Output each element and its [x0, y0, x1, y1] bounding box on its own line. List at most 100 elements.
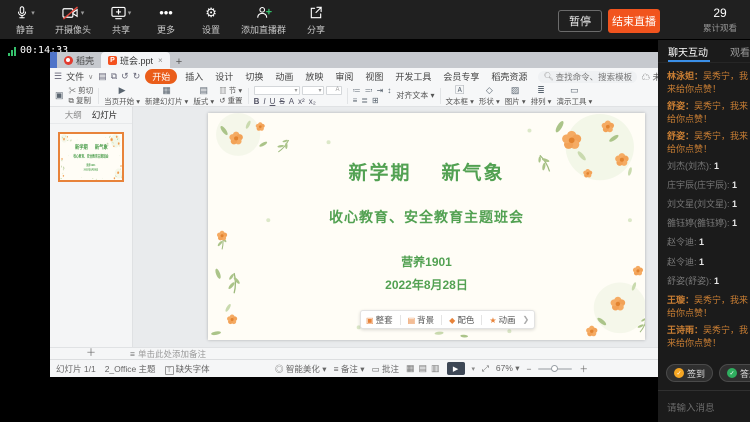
- align-text-button[interactable]: 对齐文本 ▾: [396, 91, 434, 101]
- fit-window-icon[interactable]: ⤢: [482, 363, 489, 374]
- beautify-palette[interactable]: ◆配色: [449, 314, 474, 326]
- arrange-button[interactable]: ≣ 排列 ▾: [531, 86, 552, 105]
- notes-placeholder[interactable]: ≡单击此处添加备注: [130, 348, 206, 360]
- save-icon[interactable]: ▤: [98, 71, 107, 82]
- redo-icon[interactable]: ↻: [133, 71, 141, 82]
- layout-button[interactable]: ▤ 版式 ▾: [193, 86, 214, 105]
- slide-1-thumbnail[interactable]: 新学期 新气象 收心教育、安全教育主题班会 营养1901 2022年8月28日: [58, 132, 124, 182]
- settings-button[interactable]: ⚙ 设置: [196, 4, 226, 36]
- copy-button[interactable]: ⧉ 复制: [69, 97, 94, 105]
- play-from-current-button[interactable]: ▶ 当页开始 ▾: [104, 86, 140, 105]
- menu-tab-docer-resources[interactable]: 稻壳资源: [487, 69, 531, 84]
- beautify-full-set[interactable]: ▣整套: [366, 314, 393, 326]
- wps-home-button[interactable]: [50, 52, 57, 68]
- beautify-animation[interactable]: ★动画: [489, 314, 515, 326]
- zoom-slider[interactable]: [538, 368, 572, 370]
- font-size-select[interactable]: ▾: [302, 86, 324, 95]
- align-center-icon[interactable]: ≣: [361, 97, 368, 105]
- share-screen-button[interactable]: ▾ 共享: [106, 4, 136, 36]
- zoom-slider-knob[interactable]: [551, 365, 558, 372]
- menu-tab-devtools[interactable]: 开发工具: [391, 69, 435, 84]
- menu-tab-slideshow[interactable]: 放映: [301, 69, 327, 84]
- end-live-button[interactable]: 结束直播: [608, 9, 660, 33]
- grow-font-button[interactable]: A: [326, 86, 342, 95]
- notes-toggle-button[interactable]: ≡ 备注 ▾: [334, 363, 365, 375]
- reading-view-icon[interactable]: ▥: [431, 363, 440, 374]
- normal-view-icon[interactable]: ▦: [406, 363, 415, 374]
- zoom-in-button[interactable]: ＋: [579, 363, 588, 375]
- undo-icon[interactable]: ↺: [121, 71, 129, 82]
- command-search[interactable]: 🔍︎: [538, 71, 636, 83]
- presentation-tools-button[interactable]: ▭ 演示工具 ▾: [556, 86, 592, 105]
- italic-button[interactable]: I: [263, 97, 265, 106]
- menu-tab-design[interactable]: 设计: [211, 69, 237, 84]
- file-menu[interactable]: ☰ 文件 ∨: [54, 70, 93, 83]
- underline-button[interactable]: U: [270, 97, 276, 106]
- align-left-icon[interactable]: ≡: [353, 97, 358, 105]
- pause-button[interactable]: 暂停: [558, 10, 602, 32]
- numbered-list-icon[interactable]: ≕: [365, 87, 373, 95]
- bullet-list-icon[interactable]: ≔: [353, 87, 361, 95]
- beautify-expand-icon[interactable]: ❯: [523, 315, 530, 324]
- new-tab-button[interactable]: +: [170, 56, 188, 68]
- menu-tab-view[interactable]: 视图: [361, 69, 387, 84]
- missing-font-warning[interactable]: T缺失字体: [165, 363, 210, 375]
- menu-tab-insert[interactable]: 插入: [181, 69, 207, 84]
- zoom-out-button[interactable]: −: [527, 364, 532, 374]
- chat-message-input[interactable]: [667, 403, 741, 414]
- camera-toggle-button[interactable]: ▾ 开摄像头: [55, 4, 91, 36]
- font-family-select[interactable]: ▾: [254, 86, 300, 95]
- tab-slides[interactable]: 幻灯片: [92, 109, 118, 121]
- tab-outline[interactable]: 大纲: [65, 109, 82, 121]
- slide-thumbnail-panel: 大纲 幻灯片 新学期 新气象 收心教育、安全教育主题班会 营养1901 2022…: [50, 107, 133, 347]
- check-in-button[interactable]: ✓ 签到: [666, 364, 713, 382]
- tab-viewer-list[interactable]: 观看名单: [730, 44, 750, 59]
- line-spacing-icon[interactable]: ↕: [387, 87, 391, 95]
- smart-beautify-button[interactable]: ◎ 智能美化 ▾: [275, 363, 327, 375]
- shape-button[interactable]: ◇ 形状 ▾: [479, 86, 500, 105]
- superscript-button[interactable]: x²: [298, 97, 305, 106]
- menu-tab-animation[interactable]: 动画: [271, 69, 297, 84]
- font-color-button[interactable]: A: [289, 97, 294, 106]
- panel-tab-strip: 大纲 幻灯片: [50, 107, 132, 124]
- mute-button[interactable]: ▾ 静音: [10, 4, 40, 36]
- slide-canvas[interactable]: 新学期新气象 收心教育、安全教育主题班会 营养1901 2022年8月28日: [208, 113, 645, 340]
- paste-button[interactable]: ▣: [55, 91, 64, 101]
- menu-tab-review[interactable]: 审阅: [331, 69, 357, 84]
- strikethrough-button[interactable]: S: [279, 97, 284, 106]
- layout-icon: ▤: [200, 86, 209, 96]
- cut-button[interactable]: ✂ 剪切: [69, 87, 94, 95]
- sorter-view-icon[interactable]: ▤: [419, 363, 428, 374]
- comment-button[interactable]: ▭ 批注: [372, 363, 399, 375]
- share-button[interactable]: 分享: [301, 4, 331, 36]
- tab-docer[interactable]: 稻壳: [57, 52, 101, 68]
- new-slide-button[interactable]: ▦ 新建幻灯片 ▾: [145, 86, 188, 105]
- menu-tab-member[interactable]: 会员专享: [439, 69, 483, 84]
- section-button[interactable]: ▥ 节 ▾: [219, 87, 242, 95]
- paragraph-group: ≔ ≕ ⇥ ↕ ≡ ≣ ⊞: [353, 87, 392, 105]
- zoom-level[interactable]: 67% ▾: [496, 363, 520, 374]
- slideshow-play-button[interactable]: ▶: [447, 362, 465, 375]
- more-button[interactable]: ••• 更多: [151, 4, 181, 36]
- chat-message: 刘杰(刘杰): 1: [667, 160, 750, 173]
- reset-button[interactable]: ↺ 重置: [219, 97, 242, 105]
- add-slide-button[interactable]: ＋: [86, 348, 96, 360]
- columns-icon[interactable]: ⊞: [372, 97, 379, 105]
- picture-button[interactable]: ▨ 图片 ▾: [505, 86, 526, 105]
- add-live-group-button[interactable]: 添加直播群: [241, 4, 286, 36]
- tab-chat-interaction[interactable]: 聊天互动: [668, 44, 708, 59]
- menu-tab-transitions[interactable]: 切换: [241, 69, 267, 84]
- search-input[interactable]: [556, 72, 632, 82]
- subscript-button[interactable]: x₂: [309, 97, 316, 106]
- tab-document[interactable]: P 班会.ppt ×: [101, 52, 170, 68]
- menu-tab-start[interactable]: 开始: [145, 69, 177, 84]
- answer-card-button[interactable]: ✓ 答题卡: [719, 364, 750, 382]
- text-box-button[interactable]: 🄰 文本框 ▾: [446, 86, 474, 105]
- beautify-background[interactable]: ▤背景: [408, 314, 435, 326]
- theme-name[interactable]: 2_Office 主题: [105, 363, 156, 375]
- output-icon[interactable]: ⧉: [111, 71, 117, 82]
- bold-button[interactable]: B: [254, 97, 260, 106]
- share-screen-icon: ▾: [111, 4, 132, 21]
- indent-icon[interactable]: ⇥: [377, 87, 384, 95]
- close-tab-icon[interactable]: ×: [158, 56, 163, 65]
